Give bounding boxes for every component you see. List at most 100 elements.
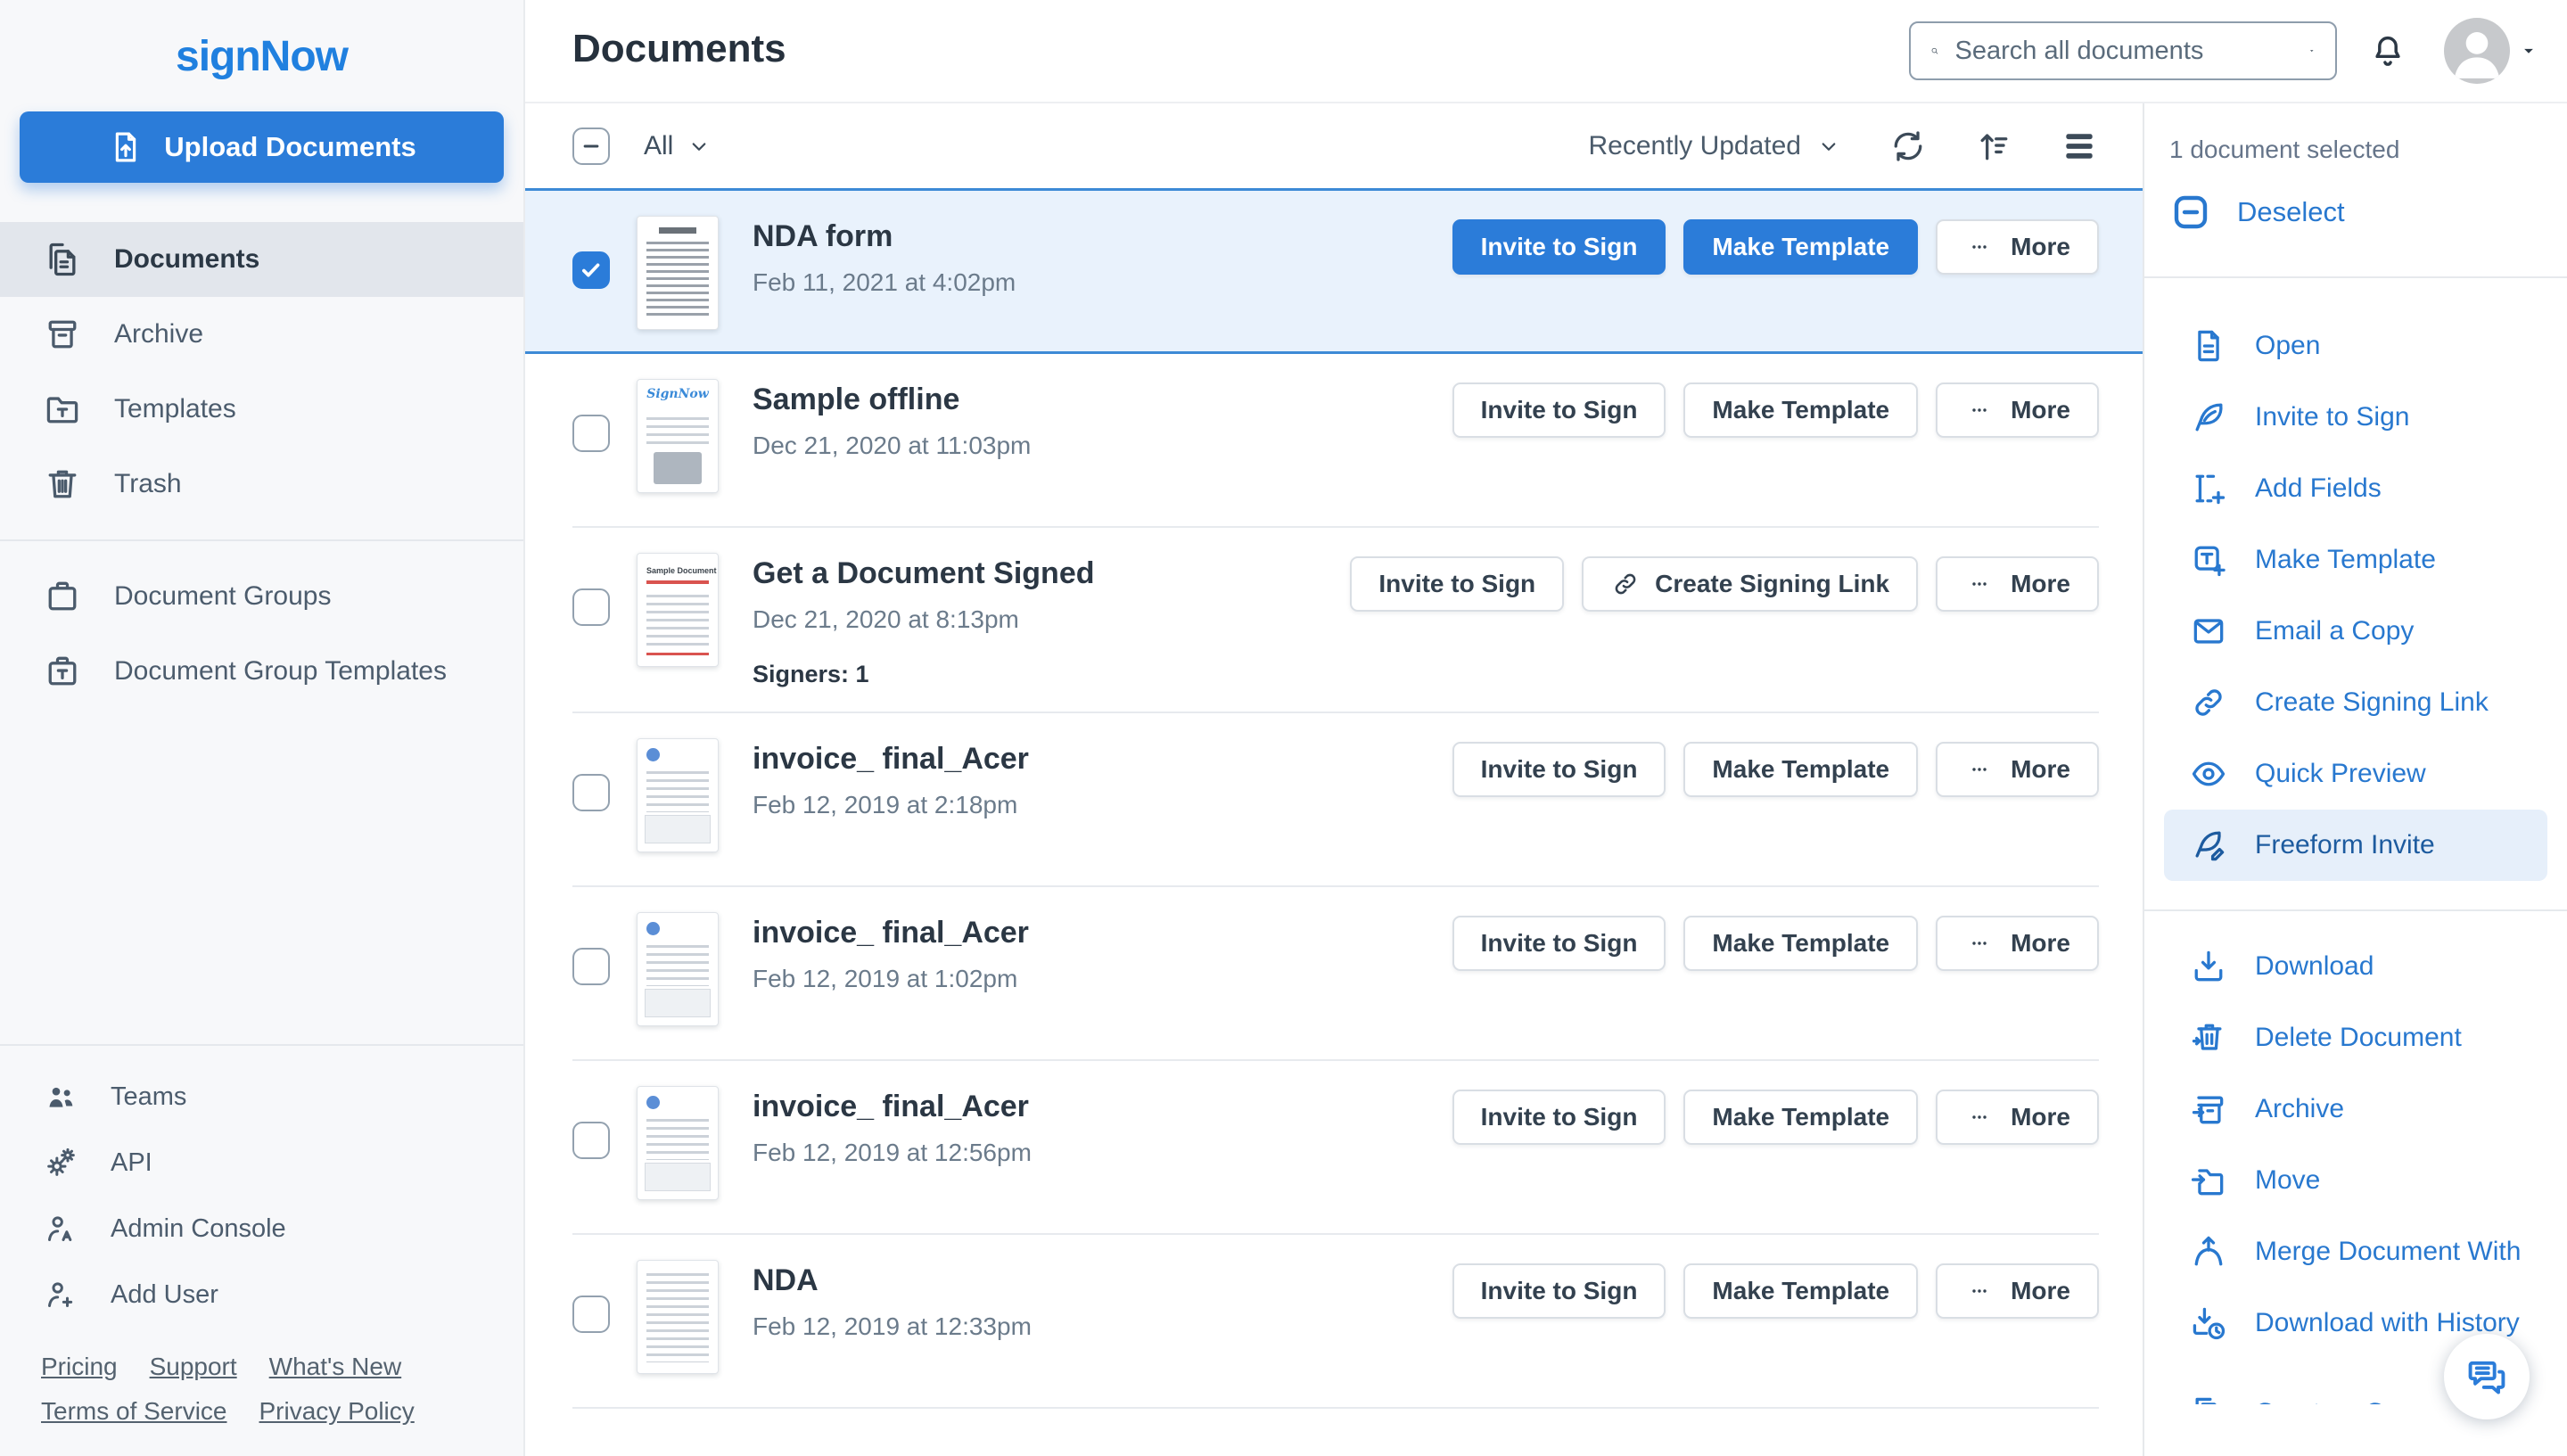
document-thumbnail[interactable] [637,1086,719,1200]
document-thumbnail[interactable]: SignNow [637,379,719,493]
document-info: Sample offline Dec 21, 2020 at 11:03pm [753,379,1031,460]
invite-to-sign-button[interactable]: Invite to Sign [1350,556,1565,612]
sidebar-item-archive[interactable]: Archive [0,297,523,372]
footer-link-privacy-policy[interactable]: Privacy Policy [259,1397,415,1426]
panel-action-merge-document-with[interactable]: Merge Document With [2144,1216,2567,1287]
sidebar-item-add-user[interactable]: Add User [0,1262,523,1328]
document-row-get-a-document-signed-2[interactable]: Sample Document Get a Document Signed Dec … [525,528,2143,713]
filter-dropdown[interactable]: All [644,131,712,161]
document-row-invoice-final-acer-4[interactable]: invoice_ final_Acer Feb 12, 2019 at 1:02p… [525,887,2143,1061]
document-row-invoice-final-acer-3[interactable]: invoice_ final_Acer Feb 12, 2019 at 2:18p… [525,713,2143,887]
panel-action-invite-to-sign[interactable]: Invite to Sign [2144,382,2567,453]
row-checkbox[interactable] [572,1296,610,1333]
footer-link-terms-of-service[interactable]: Terms of Service [41,1397,227,1426]
panel-action-make-template[interactable]: Make Template [2144,524,2567,596]
sort-order-icon[interactable] [1974,127,2013,166]
row-checkbox[interactable] [572,1122,610,1159]
select-all-checkbox[interactable] [572,127,610,165]
button-label: Invite to Sign [1480,755,1638,783]
sidebar-item-teams[interactable]: Teams [0,1064,523,1130]
notifications-bell-icon[interactable] [2367,30,2408,71]
panel-action-open[interactable]: Open [2144,310,2567,382]
more-button[interactable]: More [1936,916,2099,971]
document-thumbnail[interactable] [637,738,719,852]
document-date: Feb 12, 2019 at 12:33pm [753,1312,1032,1340]
upload-documents-button[interactable]: Upload Documents [20,111,504,183]
panel-action-label: Make Template [2255,545,2436,574]
check-icon [578,257,605,284]
sidebar-item-trash[interactable]: Trash [0,447,523,522]
panel-action-download[interactable]: Download [2144,931,2567,1002]
make-template-button[interactable]: Make Template [1683,742,1919,797]
refresh-icon[interactable] [1888,127,1928,166]
panel-action-email-a-copy[interactable]: Email a Copy [2144,596,2567,667]
sidebar-item-templates[interactable]: Templates [0,372,523,447]
invite-to-sign-button[interactable]: Invite to Sign [1452,1263,1666,1319]
panel-action-create-signing-link[interactable]: Create Signing Link [2144,667,2567,738]
more-dots-icon [1964,573,1996,595]
invite-to-sign-button[interactable]: Invite to Sign [1452,742,1666,797]
row-checkbox[interactable] [572,948,610,985]
panel-action-quick-preview[interactable]: Quick Preview [2144,738,2567,810]
panel-action-move[interactable]: Move [2144,1145,2567,1216]
invite-to-sign-button[interactable]: Invite to Sign [1452,219,1666,275]
panel-action-delete-document[interactable]: Delete Document [2144,1002,2567,1073]
chat-fab[interactable] [2444,1334,2530,1419]
document-row-invoice-final-acer-5[interactable]: invoice_ final_Acer Feb 12, 2019 at 12:56… [525,1061,2143,1235]
sidebar-item-documents[interactable]: Documents [0,222,523,297]
footer-link-support[interactable]: Support [150,1353,237,1381]
row-checkbox[interactable] [572,588,610,626]
more-button[interactable]: More [1936,383,2099,438]
document-row-sample-offline-1[interactable]: SignNow Sample offline Dec 21, 2020 at 11:… [525,354,2143,528]
sidebar-item-document-group-templates[interactable]: Document Group Templates [0,634,523,709]
more-button[interactable]: More [1936,556,2099,612]
invite-to-sign-button[interactable]: Invite to Sign [1452,916,1666,971]
row-density-icon[interactable] [2060,127,2099,166]
panel-action-label: Download [2255,951,2374,981]
document-signers: Signers: 1 [753,661,869,687]
footer-link-pricing[interactable]: Pricing [41,1353,118,1381]
more-dots-icon [1964,933,1996,954]
more-button[interactable]: More [1936,742,2099,797]
sort-dropdown[interactable]: Recently Updated [1589,131,1842,161]
sidebar-item-admin-console[interactable]: Admin Console [0,1196,523,1262]
button-label: More [2011,570,2070,597]
document-thumbnail[interactable] [637,216,719,330]
sort-label: Recently Updated [1588,130,1801,160]
sidebar-item-api[interactable]: API [0,1130,523,1196]
search-box[interactable] [1909,21,2337,80]
merge-icon [2189,1232,2228,1271]
make-template-button[interactable]: Make Template [1683,1263,1919,1319]
avatar[interactable] [2444,18,2510,84]
document-thumbnail[interactable] [637,1260,719,1374]
footer-link-what-s-new[interactable]: What's New [269,1353,402,1381]
document-thumbnail[interactable]: Sample Document [637,553,719,667]
document-thumbnail[interactable] [637,912,719,1026]
document-row-nda-6[interactable]: NDA Feb 12, 2019 at 12:33pm Invite to Sign… [525,1235,2143,1409]
create-signing-link-button[interactable]: Create Signing Link [1582,556,1919,612]
panel-action-freeform-invite[interactable]: Freeform Invite [2164,810,2547,881]
row-checkbox[interactable] [572,251,610,289]
documents-icon [43,240,82,279]
sidebar-item-document-groups[interactable]: Document Groups [0,559,523,634]
invite-to-sign-button[interactable]: Invite to Sign [1452,383,1666,438]
make-template-button[interactable]: Make Template [1683,383,1919,438]
more-button[interactable]: More [1936,1263,2099,1319]
make-template-button[interactable]: Make Template [1683,219,1919,275]
panel-action-add-fields[interactable]: Add Fields [2144,453,2567,524]
panel-action-archive[interactable]: Archive [2144,1073,2567,1145]
document-row-nda-form-0[interactable]: NDA form Feb 11, 2021 at 4:02pm Invite to … [525,188,2143,354]
account-menu-caret-icon[interactable] [2517,39,2540,62]
make-template-button[interactable]: Make Template [1683,1090,1919,1145]
make-template-icon [2189,540,2228,580]
make-template-button[interactable]: Make Template [1683,916,1919,971]
deselect-button[interactable]: Deselect [2169,191,2567,234]
doc-group-icon [43,577,82,616]
search-input[interactable] [1954,36,2291,66]
search-scope-caret-icon[interactable] [2308,34,2316,68]
more-button[interactable]: More [1936,219,2099,275]
row-checkbox[interactable] [572,774,610,811]
invite-to-sign-button[interactable]: Invite to Sign [1452,1090,1666,1145]
row-checkbox[interactable] [572,415,610,452]
more-button[interactable]: More [1936,1090,2099,1145]
